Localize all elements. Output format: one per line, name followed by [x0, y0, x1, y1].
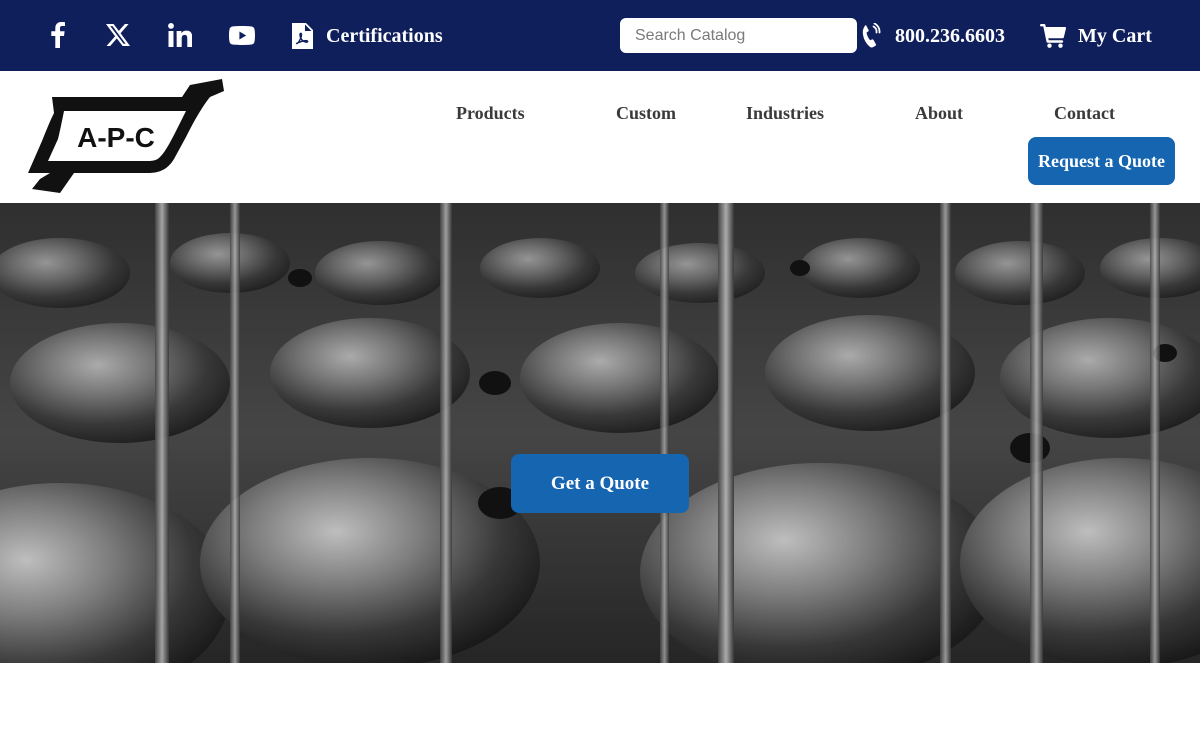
pdf-file-icon — [292, 23, 326, 49]
search-catalog-input[interactable] — [620, 18, 857, 53]
top-bar: Certifications 800.236.6603 My Cart — [0, 0, 1200, 71]
logo-text: A-P-C — [77, 122, 155, 153]
nav-contact[interactable]: Contact — [1054, 103, 1115, 124]
nav-custom[interactable]: Custom — [616, 103, 676, 124]
my-cart-link[interactable]: My Cart — [1040, 20, 1152, 52]
hero-background-image — [0, 203, 1200, 663]
phone-number: 800.236.6603 — [895, 24, 1005, 47]
certifications-label: Certifications — [326, 24, 443, 47]
youtube-icon[interactable] — [227, 20, 257, 50]
nav-industries[interactable]: Industries — [746, 103, 824, 124]
get-a-quote-button[interactable]: Get a Quote — [511, 454, 689, 513]
certifications-link[interactable]: Certifications — [292, 20, 443, 52]
linkedin-icon[interactable] — [166, 20, 194, 50]
request-quote-button[interactable]: Request a Quote — [1028, 137, 1175, 185]
phone-link[interactable]: 800.236.6603 — [862, 20, 1005, 52]
shopping-cart-icon — [1040, 24, 1078, 48]
phone-icon — [862, 23, 895, 49]
hero-banner: Get a Quote — [0, 203, 1200, 663]
my-cart-label: My Cart — [1078, 24, 1152, 47]
facebook-icon[interactable] — [44, 20, 72, 50]
x-twitter-icon[interactable] — [104, 20, 132, 50]
nav-products[interactable]: Products — [456, 103, 525, 124]
main-header: A-P-C Products Custom Industries About C… — [0, 71, 1200, 203]
apc-logo[interactable]: A-P-C — [26, 77, 226, 195]
nav-about[interactable]: About — [915, 103, 963, 124]
